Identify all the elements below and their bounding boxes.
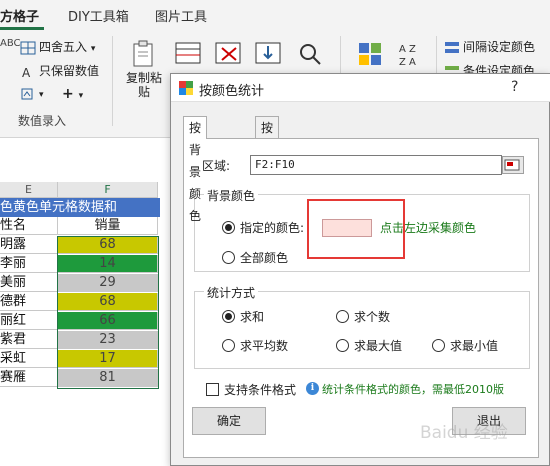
svg-text:A Z: A Z (399, 44, 416, 55)
color-stat-dialog: 按颜色统计 ? 按背景颜色 按字体颜色 区域: F2:F10 背景颜色 指定的颜… (170, 73, 550, 466)
tab-bg-color[interactable]: 按背景颜色 (183, 116, 208, 223)
all-colors-label: 全部颜色 (240, 251, 289, 265)
tab-diy-toolbox[interactable]: DIY工具箱 (68, 6, 129, 25)
ribbon-separator (112, 36, 113, 126)
interval-color-label: 间隔设定颜色 (463, 40, 536, 54)
group-label-value-entry: 数值录入 (18, 114, 67, 128)
range-picker-button[interactable] (502, 156, 524, 174)
chevron-down-icon: ▾ (78, 91, 84, 101)
conditional-format-label: 支持条件格式 (224, 383, 297, 397)
column-header-f[interactable]: F (58, 182, 158, 198)
dialog-title: 按颜色统计 (199, 84, 265, 99)
keep-values-label: 只保留数值 (39, 64, 100, 78)
ok-button[interactable]: 确定 (192, 407, 266, 435)
range-input[interactable]: F2:F10 (250, 155, 502, 175)
plus-button[interactable]: + ▾ (62, 86, 83, 102)
stat-method-group (194, 291, 530, 369)
svg-text:A: A (22, 66, 31, 79)
title-cell[interactable]: 色黄色单元格数据和 (0, 198, 160, 217)
range-label: 区域: (202, 159, 231, 173)
format-dropdown[interactable]: ▾ (20, 86, 44, 101)
grid-icon (20, 41, 36, 54)
tab-fanggezi[interactable]: 方格子 (0, 6, 39, 25)
color-grid-icon[interactable] (356, 40, 386, 68)
column-header-e[interactable]: E (0, 182, 58, 198)
chevron-down-icon: ▾ (90, 44, 96, 54)
tab-font-color[interactable]: 按字体颜色 (255, 116, 280, 223)
table-icon[interactable] (174, 40, 204, 68)
help-icon[interactable]: ? (511, 79, 518, 95)
rows-icon (445, 41, 459, 53)
dialog-panel: 区域: F2:F10 背景颜色 指定的颜色: 点击左边采集颜色 全部颜色 统计方… (183, 138, 539, 458)
info-icon: i (306, 382, 319, 395)
round-button[interactable]: 四舍五入 ▾ (20, 38, 95, 55)
header-sales-cell[interactable]: 销量 (58, 217, 158, 235)
round-label: 四舍五入 (39, 40, 88, 54)
max-label: 求最大值 (354, 339, 403, 353)
radio-all-colors[interactable] (222, 251, 235, 264)
clipboard-icon (133, 40, 153, 67)
radio-max[interactable] (336, 339, 349, 352)
name-cell[interactable]: 赛雁 (0, 369, 58, 387)
conditional-format-checkbox[interactable] (206, 383, 219, 396)
radio-count[interactable] (336, 310, 349, 323)
name-cell[interactable]: 李丽 (0, 255, 58, 273)
watermark: Baidu 经验 (420, 423, 508, 443)
name-cell[interactable]: 明露 (0, 236, 58, 254)
ribbon-tabbar: 方格子 DIY工具箱 图片工具 (0, 0, 550, 30)
stat-method-group-label: 统计方式 (204, 284, 259, 301)
text-a-icon: A (22, 66, 31, 79)
header-name-cell[interactable]: 性名 (0, 217, 58, 235)
radio-sum[interactable] (222, 310, 235, 323)
format-icon (21, 88, 33, 99)
info-hint: 统计条件格式的颜色，需最低2010版 (322, 383, 504, 396)
copy-paste-button[interactable]: 复制粘 贴 (122, 40, 166, 99)
copy-paste-label: 复制粘 贴 (125, 71, 162, 99)
radio-specified-color[interactable] (222, 221, 235, 234)
delete-cells-icon[interactable] (214, 40, 244, 68)
name-cell[interactable]: 丽红 (0, 312, 58, 330)
name-cell[interactable]: 美丽 (0, 274, 58, 292)
name-cell[interactable]: 德群 (0, 293, 58, 311)
arrow-cells-icon[interactable] (254, 40, 284, 68)
name-cell[interactable]: 紫君 (0, 331, 58, 349)
svg-text:Z A: Z A (399, 57, 416, 68)
bg-color-group-label: 背景颜色 (204, 187, 259, 204)
highlight-box (307, 199, 405, 259)
specified-color-label: 指定的颜色: (240, 221, 305, 235)
count-label: 求个数 (354, 310, 391, 324)
radio-average[interactable] (222, 339, 235, 352)
active-tab-indicator (0, 27, 44, 30)
sheet-empty-area (0, 390, 170, 466)
keep-values-button[interactable]: A 只保留数值 (20, 62, 99, 79)
selection-border (57, 236, 159, 389)
range-select-icon (504, 159, 520, 171)
min-label: 求最小值 (450, 339, 499, 353)
abc-label: ABC (0, 38, 21, 49)
name-cell[interactable]: 采虹 (0, 350, 58, 368)
interval-color-button[interactable]: 间隔设定颜色 (444, 38, 535, 55)
sort-az-icon[interactable]: A Z Z A (396, 40, 426, 68)
sum-label: 求和 (240, 310, 265, 324)
radio-min[interactable] (432, 339, 445, 352)
dialog-titlebar: 按颜色统计 ? (171, 74, 550, 102)
tab-image-tools[interactable]: 图片工具 (155, 6, 207, 25)
chevron-down-icon: ▾ (39, 90, 44, 100)
average-label: 求平均数 (240, 339, 289, 353)
app-icon (179, 81, 193, 95)
find-icon[interactable] (296, 40, 326, 68)
